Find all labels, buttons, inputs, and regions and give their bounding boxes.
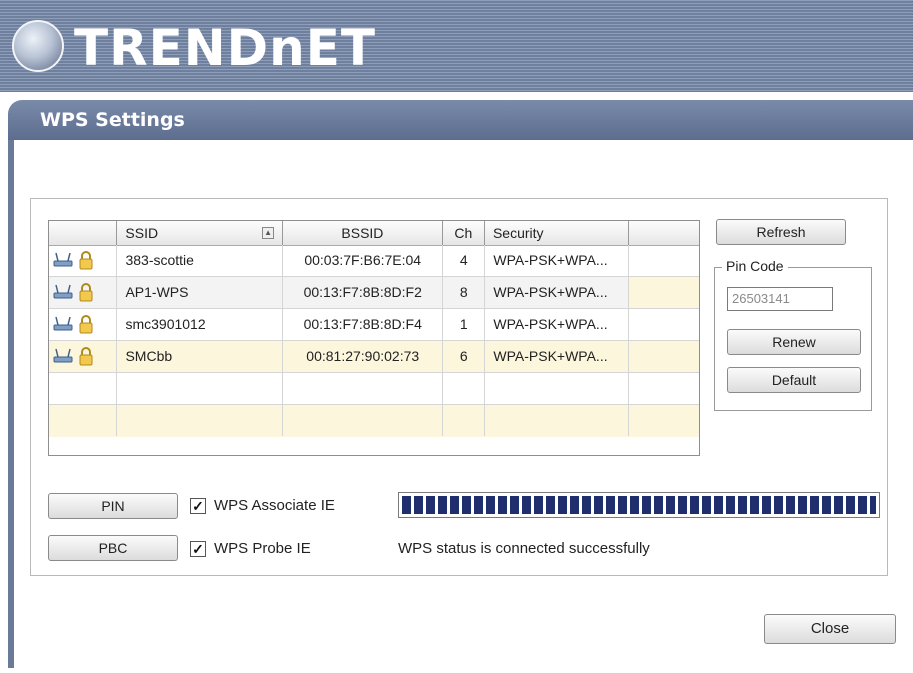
row-icons [49,309,118,340]
pin-code-field[interactable]: 26503141 [727,287,833,311]
ssid-cell: SMCbb [117,341,284,372]
empty-cell [283,405,444,436]
access-point-icon [53,316,73,331]
empty-cell [49,405,118,436]
close-button[interactable]: Close [764,614,896,644]
empty-row [49,373,699,405]
empty-cell [629,405,699,436]
empty-cell [485,405,630,436]
col-header-ch[interactable]: Ch [443,221,485,245]
extra-cell [629,245,699,276]
extra-cell [629,341,699,372]
list-header: SSID ▲ BSSID Ch Security [49,221,699,246]
security-cell: WPA-PSK+WPA... [485,277,630,308]
default-button[interactable]: Default [727,367,861,393]
empty-row [49,405,699,437]
wps-associate-ie-label: WPS Associate IE [214,497,335,514]
sort-icon[interactable]: ▲ [262,227,275,239]
col-header-ssid-label: SSID [125,225,159,241]
empty-cell [117,405,284,436]
security-cell: WPA-PSK+WPA... [485,309,630,340]
brand-logo-text: TRENDnET [74,19,376,77]
empty-cell [443,405,486,436]
network-list[interactable]: SSID ▲ BSSID Ch Security 383-scottie 00:… [48,220,700,456]
empty-cell [49,373,118,404]
access-point-icon [53,348,73,363]
access-point-icon [53,252,73,267]
empty-cell [117,373,284,404]
window-title: WPS Settings [40,109,185,131]
wps-probe-ie-label: WPS Probe IE [214,540,311,557]
bssid-cell: 00:81:27:90:02:73 [283,341,444,372]
renew-button[interactable]: Renew [727,329,861,355]
window-titlebar: WPS Settings [8,100,913,140]
col-header-extra [629,221,699,245]
ssid-cell: AP1-WPS [117,277,284,308]
trendnet-logo-icon [12,20,64,72]
refresh-button[interactable]: Refresh [716,219,846,245]
channel-cell: 1 [443,309,486,340]
table-row[interactable]: 383-scottie 00:03:7F:B6:7E:04 4 WPA-PSK+… [49,245,699,277]
wps-status-text: WPS status is connected successfully [398,540,650,557]
channel-cell: 4 [443,245,486,276]
brand-header: TRENDnET [0,0,913,92]
col-header-bssid[interactable]: BSSID [283,221,443,245]
row-icons [49,277,118,308]
ssid-cell: smc3901012 [117,309,284,340]
security-cell: WPA-PSK+WPA... [485,341,630,372]
bssid-cell: 00:03:7F:B6:7E:04 [283,245,444,276]
pin-code-label: Pin Code [722,258,788,274]
row-icons [49,341,118,372]
pin-button[interactable]: PIN [48,493,178,519]
empty-cell [629,373,699,404]
table-row[interactable]: smc3901012 00:13:F7:8B:8D:F4 1 WPA-PSK+W… [49,309,699,341]
security-cell: WPA-PSK+WPA... [485,245,630,276]
access-point-icon [53,284,73,299]
channel-cell: 8 [443,277,486,308]
channel-cell: 6 [443,341,486,372]
empty-cell [283,373,444,404]
bssid-cell: 00:13:F7:8B:8D:F2 [283,277,444,308]
col-header-ssid[interactable]: SSID ▲ [117,221,284,245]
bssid-cell: 00:13:F7:8B:8D:F4 [283,309,444,340]
lock-icon [79,283,93,302]
col-header-icon[interactable] [49,221,118,245]
empty-cell [485,373,630,404]
lock-icon [79,315,93,334]
pbc-button[interactable]: PBC [48,535,178,561]
extra-cell [629,277,699,308]
lock-icon [79,251,93,270]
row-icons [49,245,118,276]
col-header-security[interactable]: Security [485,221,629,245]
extra-cell [629,309,699,340]
wps-associate-ie-checkbox[interactable]: ✓ [190,498,206,514]
empty-cell [443,373,486,404]
wps-progress-bar [398,492,880,518]
table-row[interactable]: AP1-WPS 00:13:F7:8B:8D:F2 8 WPA-PSK+WPA.… [49,277,699,309]
lock-icon [79,347,93,366]
wps-progress-fill [402,496,876,514]
table-row[interactable]: SMCbb 00:81:27:90:02:73 6 WPA-PSK+WPA... [49,341,699,373]
ssid-cell: 383-scottie [117,245,284,276]
wps-probe-ie-checkbox[interactable]: ✓ [190,541,206,557]
